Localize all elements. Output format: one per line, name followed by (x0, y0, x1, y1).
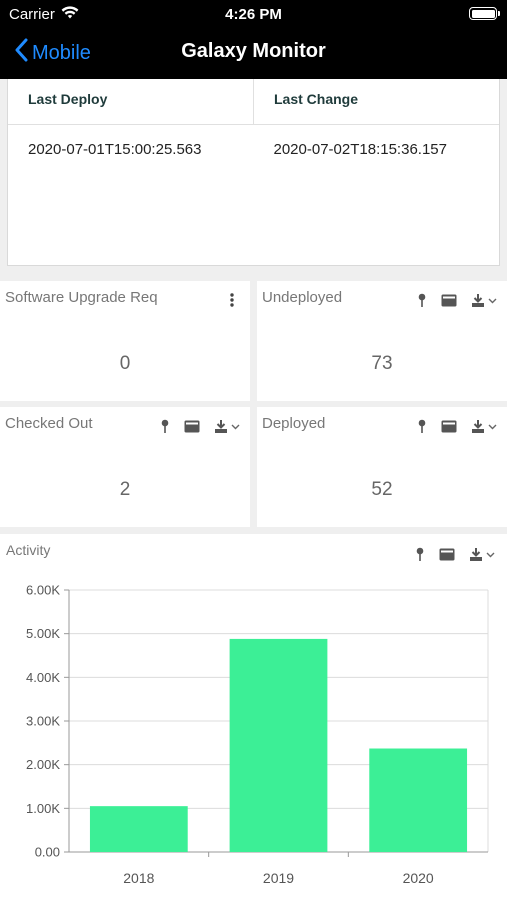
top-bar: Carrier 4:26 PM Mobile Galaxy Monitor (0, 0, 507, 79)
tile-title: Deployed (262, 415, 326, 432)
tile-toolbar (160, 419, 240, 434)
column-header-last-deploy[interactable]: Last Deploy (8, 79, 254, 124)
activity-chart-card: Activity 0.00 1.00K 2.00K 3.00K 4.00K 5.00K 6.… (0, 534, 507, 900)
page-title: Galaxy Monitor (181, 40, 326, 62)
x-tick-label: 2020 (403, 870, 434, 886)
status-time: 4:26 PM (225, 6, 282, 23)
y-tick-label: 1.00K (26, 801, 60, 816)
download-icon[interactable] (471, 293, 497, 308)
table-header: Last Deploy Last Change (8, 79, 499, 125)
bar-2020[interactable] (369, 748, 468, 852)
x-tick-label: 2019 (263, 870, 294, 886)
pin-icon[interactable] (160, 419, 170, 434)
card-icon[interactable] (441, 294, 457, 307)
tile-value: 0 (119, 353, 131, 374)
pin-icon[interactable] (417, 293, 427, 308)
cell-last-deploy: 2020-07-01T15:00:25.563 (28, 141, 202, 158)
more-vertical-icon[interactable] (230, 293, 234, 307)
bar-2019[interactable] (229, 638, 328, 852)
tile-toolbar (417, 419, 497, 434)
tile-value: 52 (371, 479, 393, 500)
tile-software-upgrade: Software Upgrade Req 0 (0, 281, 250, 401)
tile-title: Undeployed (262, 289, 343, 306)
table-row[interactable]: 2020-07-01T15:00:25.563 2020-07-02T18:15… (8, 125, 499, 173)
tile-title: Checked Out (5, 415, 93, 432)
card-icon[interactable] (441, 420, 457, 433)
tile-undeployed: Undeployed 73 (257, 281, 507, 401)
y-tick-label: 6.00K (26, 583, 60, 598)
battery-icon (469, 7, 500, 20)
tile-deployed: Deployed 52 (257, 407, 507, 527)
tile-value: 73 (371, 353, 393, 374)
tile-toolbar (417, 293, 497, 308)
tile-value: 2 (119, 479, 131, 500)
tile-title: Software Upgrade Req (5, 289, 158, 306)
y-tick-label: 4.00K (26, 670, 60, 685)
x-tick-label: 2018 (123, 870, 154, 886)
download-icon[interactable] (471, 419, 497, 434)
y-tick-label: 3.00K (26, 714, 60, 729)
y-tick-label: 5.00K (26, 626, 60, 641)
tile-toolbar (230, 293, 234, 307)
deploy-table: Last Deploy Last Change 2020-07-01T15:00… (7, 79, 500, 266)
cell-last-change: 2020-07-02T18:15:36.157 (273, 141, 447, 158)
download-icon[interactable] (214, 419, 240, 434)
bar-chart[interactable]: 0.00 1.00K 2.00K 3.00K 4.00K 5.00K 6.00K 2018 20… (0, 534, 507, 900)
y-tick-label: 0.00 (35, 845, 60, 860)
card-icon[interactable] (184, 420, 200, 433)
tile-checked-out: Checked Out 2 (0, 407, 250, 527)
pin-icon[interactable] (417, 419, 427, 434)
y-tick-label: 2.00K (26, 757, 60, 772)
column-header-last-change[interactable]: Last Change (254, 79, 499, 124)
bar-2018[interactable] (89, 806, 188, 852)
